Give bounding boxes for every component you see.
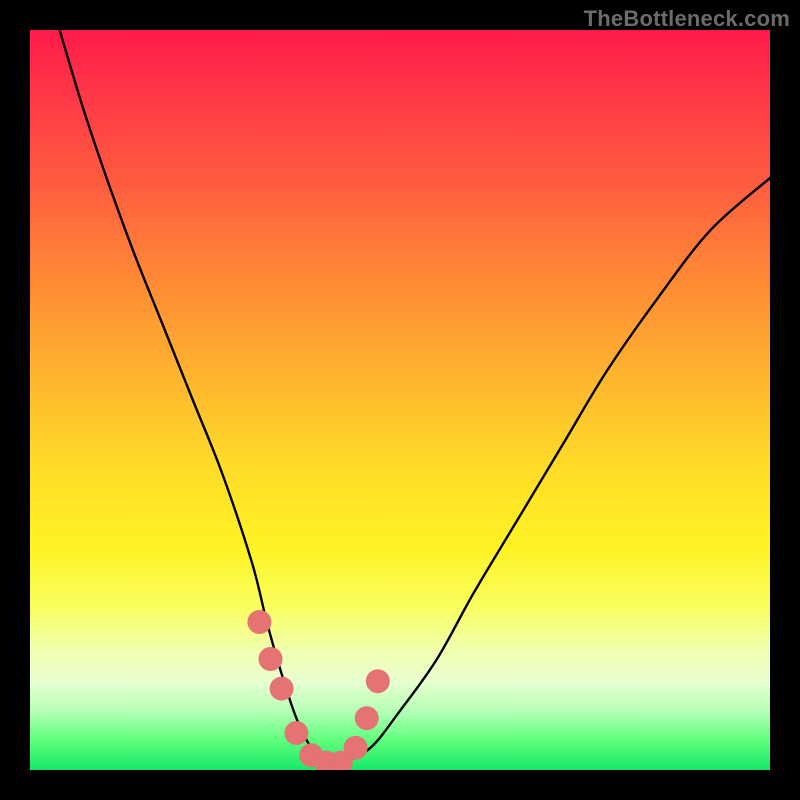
marker-dot	[355, 706, 379, 730]
marker-dot	[247, 610, 271, 634]
chart-area	[30, 30, 770, 770]
marker-dot	[284, 721, 308, 745]
marker-dot	[270, 677, 294, 701]
chart-svg	[30, 30, 770, 770]
watermark-text: TheBottleneck.com	[584, 6, 790, 32]
marker-dot	[259, 647, 283, 671]
marker-group	[247, 610, 389, 770]
marker-dot	[344, 736, 368, 760]
bottleneck-curve	[60, 30, 770, 764]
marker-dot	[366, 669, 390, 693]
